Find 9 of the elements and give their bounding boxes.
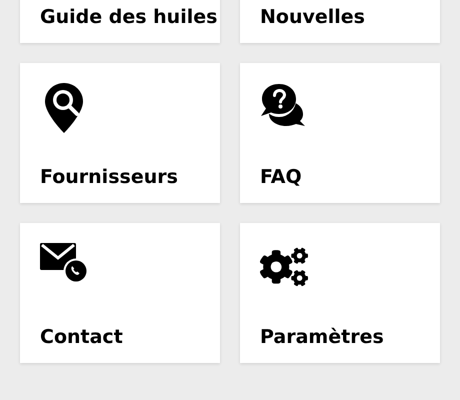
map-pin-search-icon [45, 83, 83, 133]
menu-tile[interactable]: Nouvelles [240, 0, 440, 43]
envelope-phone-icon [40, 243, 88, 283]
menu-tile[interactable]: Guide des huiles [20, 0, 220, 43]
question-chat-bubbles-icon [260, 83, 306, 126]
menu-tile[interactable]: Paramètres [240, 223, 440, 363]
menu-tile[interactable]: Fournisseurs [20, 63, 220, 203]
menu-tile[interactable]: FAQ [240, 63, 440, 203]
menu-tile[interactable]: Contact [20, 223, 220, 363]
